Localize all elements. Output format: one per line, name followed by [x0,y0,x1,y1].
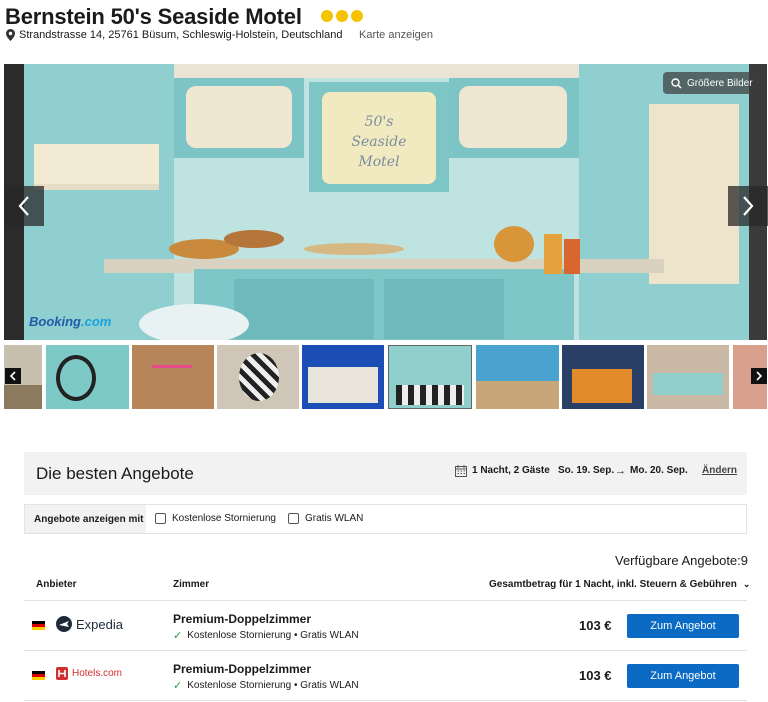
view-deal-button[interactable]: Zum Angebot [627,614,739,638]
thumbnails-next-button[interactable] [751,368,767,384]
arrow-right-icon: → [615,465,626,477]
free-wifi-checkbox[interactable]: Gratis WLAN [288,513,363,524]
offers-header: Die besten Angebote 1 Nacht, 2 Gäste So.… [24,452,747,495]
offers-title: Die besten Angebote [36,464,194,483]
thumbnail[interactable] [562,345,644,409]
hotels-com-h-icon [56,667,68,680]
bigger-images-button[interactable]: Größere Bilder [663,72,761,94]
bigger-images-label: Größere Bilder [687,77,753,89]
address-text: Strandstrasse 14, 25761 Büsum, Schleswig… [19,29,343,41]
change-dates-link[interactable]: Ändern [702,465,737,476]
svg-text:Seaside: Seaside [351,134,406,150]
chevron-down-icon: ⌄ [742,579,751,589]
hero-image[interactable]: 50's Seaside Motel [4,64,767,340]
features-text: Kostenlose Stornierung • Gratis WLAN [187,630,359,641]
column-total-label: Gesamtbetrag für 1 Nacht, inkl. Steuern … [489,579,737,590]
column-total-sort[interactable]: Gesamtbetrag für 1 Nacht, inkl. Steuern … [489,579,750,590]
stay-info[interactable]: 1 Nacht, 2 Gäste [472,465,550,476]
column-room: Zimmer [173,579,210,590]
svg-text:Motel: Motel [357,154,399,170]
provider-name: Hotels.com [72,668,123,679]
check-out-date[interactable]: Mo. 20. Sep. [630,465,688,476]
check-in-date[interactable]: So. 19. Sep. [558,465,614,476]
previous-image-button[interactable] [4,186,44,226]
thumbnail[interactable] [217,345,299,409]
thumbnail[interactable] [302,345,384,409]
price: 103 € [579,668,612,683]
free-cancellation-checkbox[interactable]: Kostenlose Stornierung [155,513,276,524]
star-rating [321,10,363,22]
room-name: Premium-Doppelzimmer [173,612,312,626]
features-text: Kostenlose Stornierung • Gratis WLAN [187,680,359,691]
star-icon [351,10,363,22]
checkbox-label: Kostenlose Stornierung [172,513,276,524]
thumbnails-previous-button[interactable] [5,368,21,384]
calendar-icon [455,465,467,477]
filter-label: Angebote anzeigen mit [25,505,146,533]
chevron-right-icon [743,196,754,216]
check-icon: ✓ [173,680,183,692]
zoom-icon [671,77,682,89]
hero-photo: 50's Seaside Motel [4,64,767,340]
svg-text:50's: 50's [365,114,394,130]
thumbnail[interactable] [476,345,559,409]
next-image-button[interactable] [728,186,768,226]
thumbnail[interactable] [132,345,214,409]
map-pin-icon [6,29,15,41]
germany-flag-icon [32,621,45,630]
expedia-logo: Expedia [56,616,123,632]
column-provider: Anbieter [36,579,77,590]
show-map-link[interactable]: Karte anzeigen [359,29,433,41]
room-name: Premium-Doppelzimmer [173,662,312,676]
thumbnail[interactable] [46,345,129,409]
hotel-name: Bernstein 50's Seaside Motel [5,4,302,29]
check-icon: ✓ [173,630,183,642]
star-icon [336,10,348,22]
chevron-left-icon [18,196,29,216]
checkbox-box[interactable] [288,513,299,524]
filter-bar: Angebote anzeigen mit Kostenlose Stornie… [24,504,747,534]
chevron-right-icon [756,371,763,381]
checkbox-label: Gratis WLAN [305,513,364,524]
available-offers-count: Verfügbare Angebote:9 [615,553,749,568]
thumbnail[interactable] [647,345,729,409]
address: Strandstrasse 14, 25761 Büsum, Schleswig… [6,29,342,41]
chevron-left-icon [9,371,16,381]
view-deal-button[interactable]: Zum Angebot [627,664,739,688]
room-features: ✓ Kostenlose Stornierung • Gratis WLAN [173,629,359,642]
checkbox-box[interactable] [155,513,166,524]
offer-row: Hotels.com Premium-Doppelzimmer ✓ Kosten… [24,651,747,701]
provider-name: Expedia [76,616,123,632]
thumbnail-strip [4,345,767,409]
expedia-plane-icon [56,616,72,632]
booking-watermark: Booking.com [29,314,112,329]
star-icon [321,10,333,22]
germany-flag-icon [32,671,45,680]
hotels-com-logo: Hotels.com [56,667,122,680]
thumbnail[interactable] [386,345,474,409]
price: 103 € [579,618,612,633]
divider [24,700,747,701]
offer-row: Expedia Premium-Doppelzimmer ✓ Kostenlos… [24,601,747,651]
room-features: ✓ Kostenlose Stornierung • Gratis WLAN [173,679,359,692]
